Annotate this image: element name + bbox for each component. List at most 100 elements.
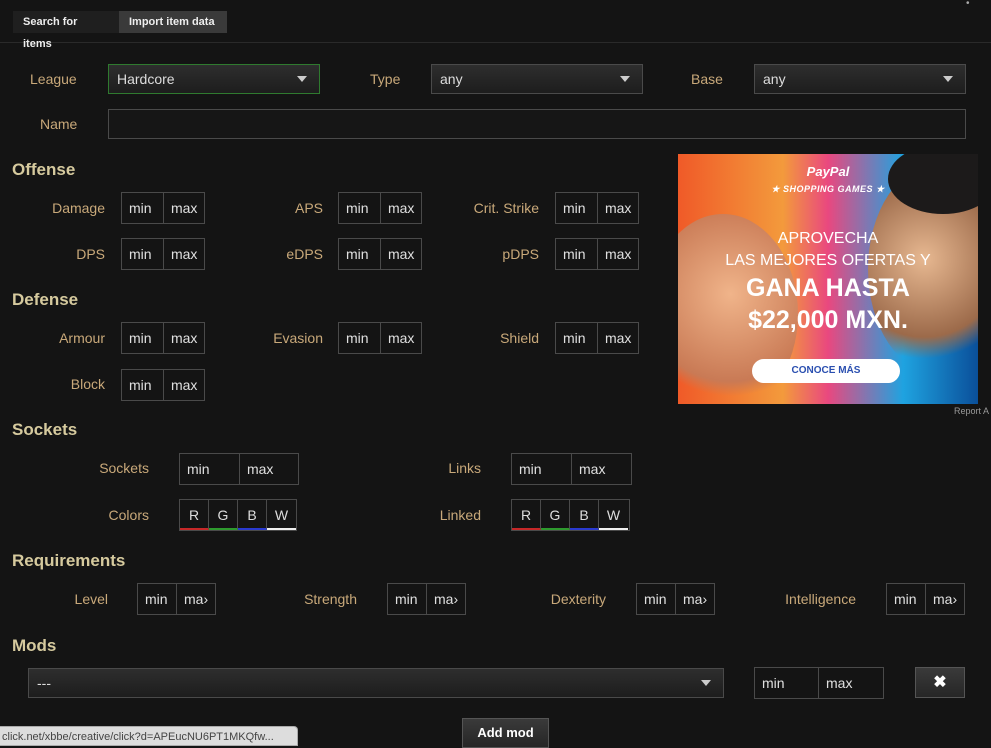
mod-min-input[interactable]: min <box>755 668 818 698</box>
strength-label: Strength <box>304 591 357 607</box>
mod-select[interactable]: --- <box>28 668 724 698</box>
edps-min-input[interactable]: min <box>339 239 380 269</box>
league-select[interactable]: Hardcore <box>108 64 320 94</box>
mods-heading: Mods <box>12 636 57 655</box>
color-red-input[interactable]: R <box>180 500 209 530</box>
strength-max-input[interactable]: ma› <box>426 584 465 614</box>
evasion-label: Evasion <box>273 330 323 346</box>
intelligence-max-input[interactable]: ma› <box>925 584 964 614</box>
type-select[interactable]: any <box>431 64 643 94</box>
damage-max-input[interactable]: max <box>162 193 204 223</box>
tab-import-item-data[interactable]: Import item data <box>119 11 227 33</box>
pdps-max-input[interactable]: max <box>596 239 638 269</box>
dexterity-max-input[interactable]: ma› <box>675 584 714 614</box>
dexterity-label: Dexterity <box>550 591 606 607</box>
armour-min-input[interactable]: min <box>122 323 163 353</box>
crit-strike-min-input[interactable]: min <box>556 193 597 223</box>
league-label: League <box>30 71 77 87</box>
links-min-input[interactable]: min <box>512 454 571 484</box>
aps-max-input[interactable]: max <box>379 193 421 223</box>
block-max-input[interactable]: max <box>162 370 204 400</box>
evasion-min-input[interactable]: min <box>339 323 380 353</box>
colors-input-group: R G B W <box>179 499 297 531</box>
tab-search-for-items[interactable]: Search for items <box>13 11 119 50</box>
base-label: Base <box>691 71 723 87</box>
chevron-down-icon <box>701 680 711 686</box>
strength-min-input[interactable]: min <box>388 584 426 614</box>
sockets-range: min max <box>179 453 299 485</box>
damage-min-input[interactable]: min <box>122 193 163 223</box>
shield-max-input[interactable]: max <box>596 323 638 353</box>
linked-red-input[interactable]: R <box>512 500 541 530</box>
color-white-input[interactable]: W <box>267 500 296 530</box>
remove-mod-button[interactable]: ✖ <box>915 667 965 698</box>
block-range: min max <box>121 369 205 401</box>
requirements-heading: Requirements <box>12 551 126 570</box>
color-green-input[interactable]: G <box>209 500 238 530</box>
base-value: any <box>763 71 786 87</box>
evasion-max-input[interactable]: max <box>379 323 421 353</box>
close-icon: ✖ <box>933 674 947 691</box>
dexterity-min-input[interactable]: min <box>637 584 675 614</box>
ad-cta-button[interactable]: CONOCE MÁS <box>752 359 900 383</box>
sockets-label: Sockets <box>99 460 149 476</box>
advertisement-banner[interactable]: PayPal ★ SHOPPING GAMES ★ APROVECHA LAS … <box>678 154 978 404</box>
sockets-min-input[interactable]: min <box>180 454 239 484</box>
base-select[interactable]: any <box>754 64 966 94</box>
level-label: Level <box>74 591 108 607</box>
ad-subtitle: ★ SHOPPING GAMES ★ <box>771 184 885 194</box>
sockets-heading: Sockets <box>12 420 78 439</box>
ad-text-line-2: LAS MEJORES OFERTAS Y <box>725 252 931 269</box>
name-input[interactable] <box>108 109 966 139</box>
pdps-min-input[interactable]: min <box>556 239 597 269</box>
dps-range: min max <box>121 238 205 270</box>
shield-range: min max <box>555 322 639 354</box>
pdps-label: pDPS <box>502 246 539 262</box>
edps-max-input[interactable]: max <box>379 239 421 269</box>
intelligence-label: Intelligence <box>785 591 856 607</box>
type-label: Type <box>370 71 401 87</box>
pdps-range: min max <box>555 238 639 270</box>
dps-max-input[interactable]: max <box>162 239 204 269</box>
crit-strike-label: Crit. Strike <box>473 200 539 216</box>
dps-label: DPS <box>76 246 105 262</box>
add-mod-button[interactable]: Add mod <box>462 718 549 748</box>
mod-max-input[interactable]: max <box>818 668 883 698</box>
armour-range: min max <box>121 322 205 354</box>
damage-label: Damage <box>52 200 105 216</box>
aps-min-input[interactable]: min <box>339 193 380 223</box>
ad-text-line-1: APROVECHA <box>777 230 879 247</box>
chevron-down-icon <box>620 76 630 82</box>
linked-blue-input[interactable]: B <box>570 500 599 530</box>
linked-white-input[interactable]: W <box>599 500 628 530</box>
links-label: Links <box>448 460 481 476</box>
intelligence-min-input[interactable]: min <box>887 584 925 614</box>
level-max-input[interactable]: ma› <box>176 584 215 614</box>
report-ad-link[interactable]: Report A <box>954 406 989 416</box>
name-label: Name <box>40 116 78 132</box>
linked-label: Linked <box>439 507 481 523</box>
sockets-max-input[interactable]: max <box>238 454 298 484</box>
shield-min-input[interactable]: min <box>556 323 597 353</box>
color-blue-input[interactable]: B <box>238 500 267 530</box>
chevron-down-icon <box>297 76 307 82</box>
linked-green-input[interactable]: G <box>541 500 570 530</box>
menu-dots-icon[interactable]: • <box>966 0 970 9</box>
league-value: Hardcore <box>117 71 175 87</box>
linked-input-group: R G B W <box>511 499 630 531</box>
dexterity-range: min ma› <box>636 583 715 615</box>
ad-brand-logo: PayPal <box>806 164 850 179</box>
armour-max-input[interactable]: max <box>162 323 204 353</box>
evasion-range: min max <box>338 322 422 354</box>
crit-strike-max-input[interactable]: max <box>596 193 638 223</box>
level-range: min ma› <box>137 583 216 615</box>
dps-min-input[interactable]: min <box>122 239 163 269</box>
intelligence-range: min ma› <box>886 583 965 615</box>
edps-range: min max <box>338 238 422 270</box>
edps-label: eDPS <box>286 246 323 262</box>
links-max-input[interactable]: max <box>571 454 631 484</box>
block-min-input[interactable]: min <box>122 370 163 400</box>
links-range: min max <box>511 453 632 485</box>
crit-strike-range: min max <box>555 192 639 224</box>
level-min-input[interactable]: min <box>138 584 176 614</box>
